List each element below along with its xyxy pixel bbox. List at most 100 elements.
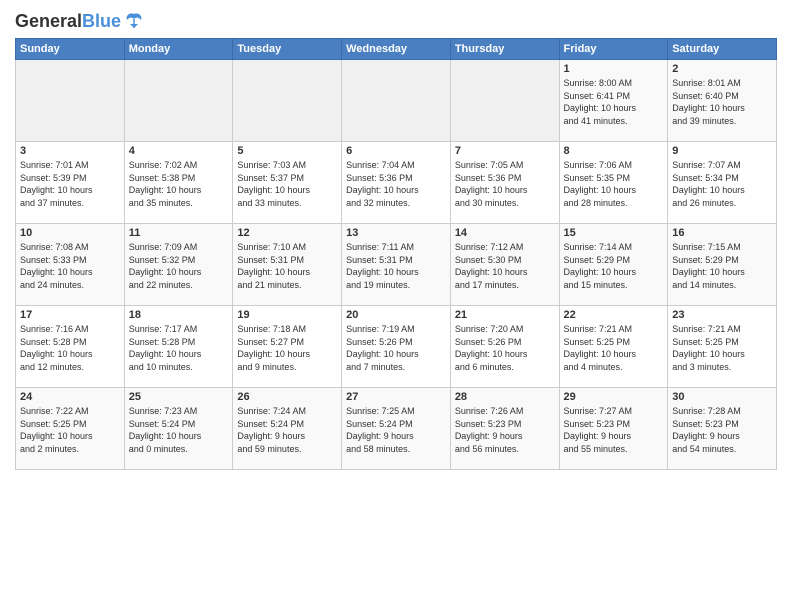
day-cell: 6 Sunrise: 7:04 AM Sunset: 5:36 PM Daylig… <box>342 142 451 224</box>
day-number: 17 <box>20 309 120 321</box>
header: GeneralBlue <box>15 10 777 32</box>
day-number: 16 <box>672 227 772 239</box>
day-info: Sunrise: 8:00 AM Sunset: 6:41 PM Dayligh… <box>564 77 664 127</box>
day-cell: 18Sunrise: 7:17 AM Sunset: 5:28 PM Dayli… <box>124 306 233 388</box>
day-info: Sunrise: 7:03 AM Sunset: 5:37 PM Dayligh… <box>237 159 337 209</box>
day-cell: 25 Sunrise: 7:23 AM Sunset: 5:24 PM Dayli… <box>124 388 233 470</box>
day-cell: 7 Sunrise: 7:05 AM Sunset: 5:36 PM Daylig… <box>450 142 559 224</box>
day-cell <box>124 60 233 142</box>
day-number: 6 <box>346 145 446 157</box>
day-cell: 4Sunrise: 7:02 AM Sunset: 5:38 PM Daylig… <box>124 142 233 224</box>
week-row-2: 10 Sunrise: 7:08 AM Sunset: 5:33 PM Dayli… <box>16 224 777 306</box>
col-header-sunday: Sunday <box>16 39 125 60</box>
col-header-saturday: Saturday <box>668 39 777 60</box>
col-header-tuesday: Tuesday <box>233 39 342 60</box>
day-cell: 12 Sunrise: 7:10 AM Sunset: 5:31 PM Dayli… <box>233 224 342 306</box>
day-number: 26 <box>237 391 337 403</box>
day-number: 3 <box>20 145 120 157</box>
day-info: Sunrise: 7:08 AM Sunset: 5:33 PM Dayligh… <box>20 241 120 291</box>
day-cell <box>450 60 559 142</box>
day-info: Sunrise: 7:01 AM Sunset: 5:39 PM Dayligh… <box>20 159 120 209</box>
day-cell: 30Sunrise: 7:28 AM Sunset: 5:23 PM Dayli… <box>668 388 777 470</box>
day-info: Sunrise: 7:14 AM Sunset: 5:29 PM Dayligh… <box>564 241 664 291</box>
day-info: Sunrise: 7:27 AM Sunset: 5:23 PM Dayligh… <box>564 405 664 455</box>
day-cell <box>16 60 125 142</box>
day-number: 10 <box>20 227 120 239</box>
day-number: 15 <box>564 227 664 239</box>
day-cell: 28 Sunrise: 7:26 AM Sunset: 5:23 PM Dayli… <box>450 388 559 470</box>
day-info: Sunrise: 7:28 AM Sunset: 5:23 PM Dayligh… <box>672 405 772 455</box>
day-cell: 24 Sunrise: 7:22 AM Sunset: 5:25 PM Dayli… <box>16 388 125 470</box>
day-info: Sunrise: 7:17 AM Sunset: 5:28 PM Dayligh… <box>129 323 229 373</box>
day-number: 23 <box>672 309 772 321</box>
day-info: Sunrise: 7:06 AM Sunset: 5:35 PM Dayligh… <box>564 159 664 209</box>
day-info: Sunrise: 7:15 AM Sunset: 5:29 PM Dayligh… <box>672 241 772 291</box>
day-info: Sunrise: 7:09 AM Sunset: 5:32 PM Dayligh… <box>129 241 229 291</box>
day-cell: 26Sunrise: 7:24 AM Sunset: 5:24 PM Dayli… <box>233 388 342 470</box>
day-number: 11 <box>129 227 229 239</box>
day-info: Sunrise: 7:10 AM Sunset: 5:31 PM Dayligh… <box>237 241 337 291</box>
day-cell: 17 Sunrise: 7:16 AM Sunset: 5:28 PM Dayli… <box>16 306 125 388</box>
day-cell: 19 Sunrise: 7:18 AM Sunset: 5:27 PM Dayli… <box>233 306 342 388</box>
day-cell: 3 Sunrise: 7:01 AM Sunset: 5:39 PM Daylig… <box>16 142 125 224</box>
day-number: 9 <box>672 145 772 157</box>
logo-text: GeneralBlue <box>15 11 121 32</box>
week-row-3: 17 Sunrise: 7:16 AM Sunset: 5:28 PM Dayli… <box>16 306 777 388</box>
day-info: Sunrise: 7:25 AM Sunset: 5:24 PM Dayligh… <box>346 405 446 455</box>
day-info: Sunrise: 7:07 AM Sunset: 5:34 PM Dayligh… <box>672 159 772 209</box>
day-cell: 10 Sunrise: 7:08 AM Sunset: 5:33 PM Dayli… <box>16 224 125 306</box>
day-info: Sunrise: 7:16 AM Sunset: 5:28 PM Dayligh… <box>20 323 120 373</box>
day-info: Sunrise: 7:11 AM Sunset: 5:31 PM Dayligh… <box>346 241 446 291</box>
day-cell: 29 Sunrise: 7:27 AM Sunset: 5:23 PM Dayli… <box>559 388 668 470</box>
day-cell <box>342 60 451 142</box>
col-header-friday: Friday <box>559 39 668 60</box>
day-cell: 9 Sunrise: 7:07 AM Sunset: 5:34 PM Daylig… <box>668 142 777 224</box>
day-cell: 21Sunrise: 7:20 AM Sunset: 5:26 PM Dayli… <box>450 306 559 388</box>
day-info: Sunrise: 7:26 AM Sunset: 5:23 PM Dayligh… <box>455 405 555 455</box>
day-info: Sunrise: 7:04 AM Sunset: 5:36 PM Dayligh… <box>346 159 446 209</box>
logo: GeneralBlue <box>15 10 145 32</box>
day-number: 14 <box>455 227 555 239</box>
day-info: Sunrise: 7:18 AM Sunset: 5:27 PM Dayligh… <box>237 323 337 373</box>
day-cell: 1Sunrise: 8:00 AM Sunset: 6:41 PM Daylig… <box>559 60 668 142</box>
col-header-wednesday: Wednesday <box>342 39 451 60</box>
day-cell: 14 Sunrise: 7:12 AM Sunset: 5:30 PM Dayli… <box>450 224 559 306</box>
day-number: 19 <box>237 309 337 321</box>
day-number: 28 <box>455 391 555 403</box>
day-info: Sunrise: 7:05 AM Sunset: 5:36 PM Dayligh… <box>455 159 555 209</box>
day-info: Sunrise: 8:01 AM Sunset: 6:40 PM Dayligh… <box>672 77 772 127</box>
week-row-4: 24 Sunrise: 7:22 AM Sunset: 5:25 PM Dayli… <box>16 388 777 470</box>
day-number: 29 <box>564 391 664 403</box>
logo-bird-icon <box>123 10 145 32</box>
calendar-table: SundayMondayTuesdayWednesdayThursdayFrid… <box>15 38 777 470</box>
day-number: 12 <box>237 227 337 239</box>
day-number: 20 <box>346 309 446 321</box>
day-cell <box>233 60 342 142</box>
day-cell: 27Sunrise: 7:25 AM Sunset: 5:24 PM Dayli… <box>342 388 451 470</box>
day-cell: 15 Sunrise: 7:14 AM Sunset: 5:29 PM Dayli… <box>559 224 668 306</box>
day-number: 13 <box>346 227 446 239</box>
day-cell: 5 Sunrise: 7:03 AM Sunset: 5:37 PM Daylig… <box>233 142 342 224</box>
week-row-0: 1Sunrise: 8:00 AM Sunset: 6:41 PM Daylig… <box>16 60 777 142</box>
page-container: GeneralBlue SundayMondayTuesdayWednesday… <box>0 0 792 475</box>
day-info: Sunrise: 7:12 AM Sunset: 5:30 PM Dayligh… <box>455 241 555 291</box>
day-info: Sunrise: 7:23 AM Sunset: 5:24 PM Dayligh… <box>129 405 229 455</box>
day-cell: 8Sunrise: 7:06 AM Sunset: 5:35 PM Daylig… <box>559 142 668 224</box>
day-number: 7 <box>455 145 555 157</box>
day-cell: 16 Sunrise: 7:15 AM Sunset: 5:29 PM Dayli… <box>668 224 777 306</box>
day-info: Sunrise: 7:21 AM Sunset: 5:25 PM Dayligh… <box>672 323 772 373</box>
week-row-1: 3 Sunrise: 7:01 AM Sunset: 5:39 PM Daylig… <box>16 142 777 224</box>
day-cell: 22 Sunrise: 7:21 AM Sunset: 5:25 PM Dayli… <box>559 306 668 388</box>
day-info: Sunrise: 7:22 AM Sunset: 5:25 PM Dayligh… <box>20 405 120 455</box>
day-number: 5 <box>237 145 337 157</box>
day-number: 24 <box>20 391 120 403</box>
day-cell: 11 Sunrise: 7:09 AM Sunset: 5:32 PM Dayli… <box>124 224 233 306</box>
header-row: SundayMondayTuesdayWednesdayThursdayFrid… <box>16 39 777 60</box>
day-number: 22 <box>564 309 664 321</box>
day-info: Sunrise: 7:19 AM Sunset: 5:26 PM Dayligh… <box>346 323 446 373</box>
day-info: Sunrise: 7:21 AM Sunset: 5:25 PM Dayligh… <box>564 323 664 373</box>
col-header-thursday: Thursday <box>450 39 559 60</box>
day-info: Sunrise: 7:20 AM Sunset: 5:26 PM Dayligh… <box>455 323 555 373</box>
col-header-monday: Monday <box>124 39 233 60</box>
day-number: 25 <box>129 391 229 403</box>
